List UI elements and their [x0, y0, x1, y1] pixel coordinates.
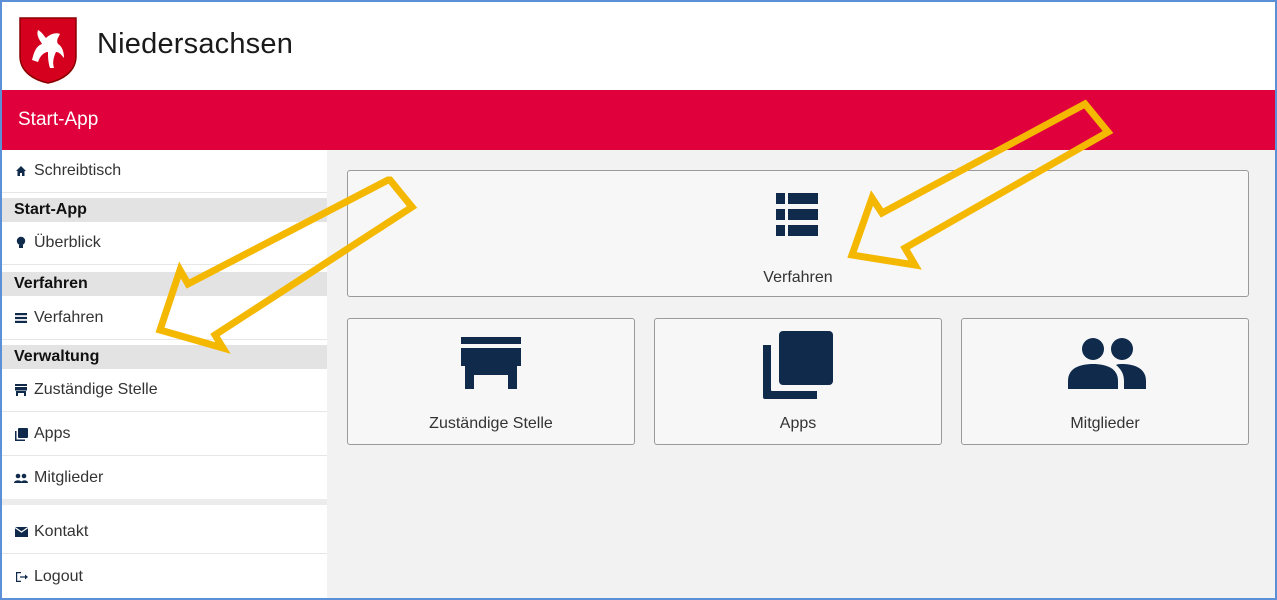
sidebar-item-label: Logout	[34, 567, 83, 585]
main-content: Verfahren Zuständige Stelle Apps Mitglie…	[327, 150, 1275, 598]
list-icon	[14, 311, 28, 325]
sidebar-item-schreibtisch[interactable]: Schreibtisch	[2, 150, 327, 193]
sidebar-item-label: Zuständige Stelle	[34, 381, 158, 398]
tile-mitglieder[interactable]: Mitglieder	[961, 318, 1249, 445]
store-icon	[461, 337, 521, 389]
sidebar-item-logout[interactable]: Logout	[2, 555, 327, 598]
app-title[interactable]: Start-App	[18, 109, 98, 131]
tile-zustaendige-stelle[interactable]: Zuständige Stelle	[347, 318, 635, 445]
sidebar-item-apps[interactable]: Apps	[2, 413, 327, 456]
niedersachsen-logo[interactable]	[18, 16, 78, 84]
envelope-icon	[14, 525, 28, 539]
store-icon	[14, 383, 28, 397]
sidebar-item-label: Schreibtisch	[34, 162, 122, 179]
sidebar-section-start-app: Start-App	[2, 198, 327, 222]
sidebar-item-mitglieder[interactable]: Mitglieder	[2, 457, 327, 505]
tile-label: Apps	[779, 415, 817, 432]
brand-title: Niedersachsen	[97, 28, 294, 60]
sidebar-item-label: Mitglieder	[34, 469, 104, 486]
sidebar-item-ueberblick[interactable]: Überblick	[2, 222, 327, 265]
sidebar-item-label: Verfahren	[34, 309, 104, 326]
sidebar-item-zustaendige-stelle[interactable]: Zuständige Stelle	[2, 369, 327, 412]
site-header: Niedersachsen	[2, 2, 1275, 90]
app-bar: Start-App	[2, 90, 1275, 150]
logout-icon	[14, 570, 28, 584]
sidebar-item-verfahren[interactable]: Verfahren	[2, 297, 327, 340]
sidebar-item-label: Überblick	[34, 234, 101, 251]
sidebar-section-verwaltung: Verwaltung	[2, 345, 327, 369]
people-icon	[1068, 338, 1146, 389]
tile-label: Zuständige Stelle	[429, 415, 553, 432]
lightbulb-icon	[14, 236, 28, 250]
sidebar-section-verfahren: Verfahren	[2, 272, 327, 296]
sidebar-item-label: Apps	[34, 425, 71, 442]
sidebar-item-label: Kontakt	[34, 523, 89, 540]
sidebar: Schreibtisch Start-App Überblick Verfahr…	[2, 150, 327, 598]
tile-label: Verfahren	[763, 269, 833, 286]
tile-verfahren[interactable]: Verfahren	[347, 170, 1249, 297]
apps-icon	[14, 427, 28, 441]
home-icon	[14, 164, 28, 178]
apps-icon	[763, 331, 833, 399]
list-icon	[776, 193, 818, 236]
tile-label: Mitglieder	[1070, 415, 1140, 432]
people-icon	[14, 471, 28, 485]
tile-apps[interactable]: Apps	[654, 318, 942, 445]
sidebar-item-kontakt[interactable]: Kontakt	[2, 511, 327, 554]
